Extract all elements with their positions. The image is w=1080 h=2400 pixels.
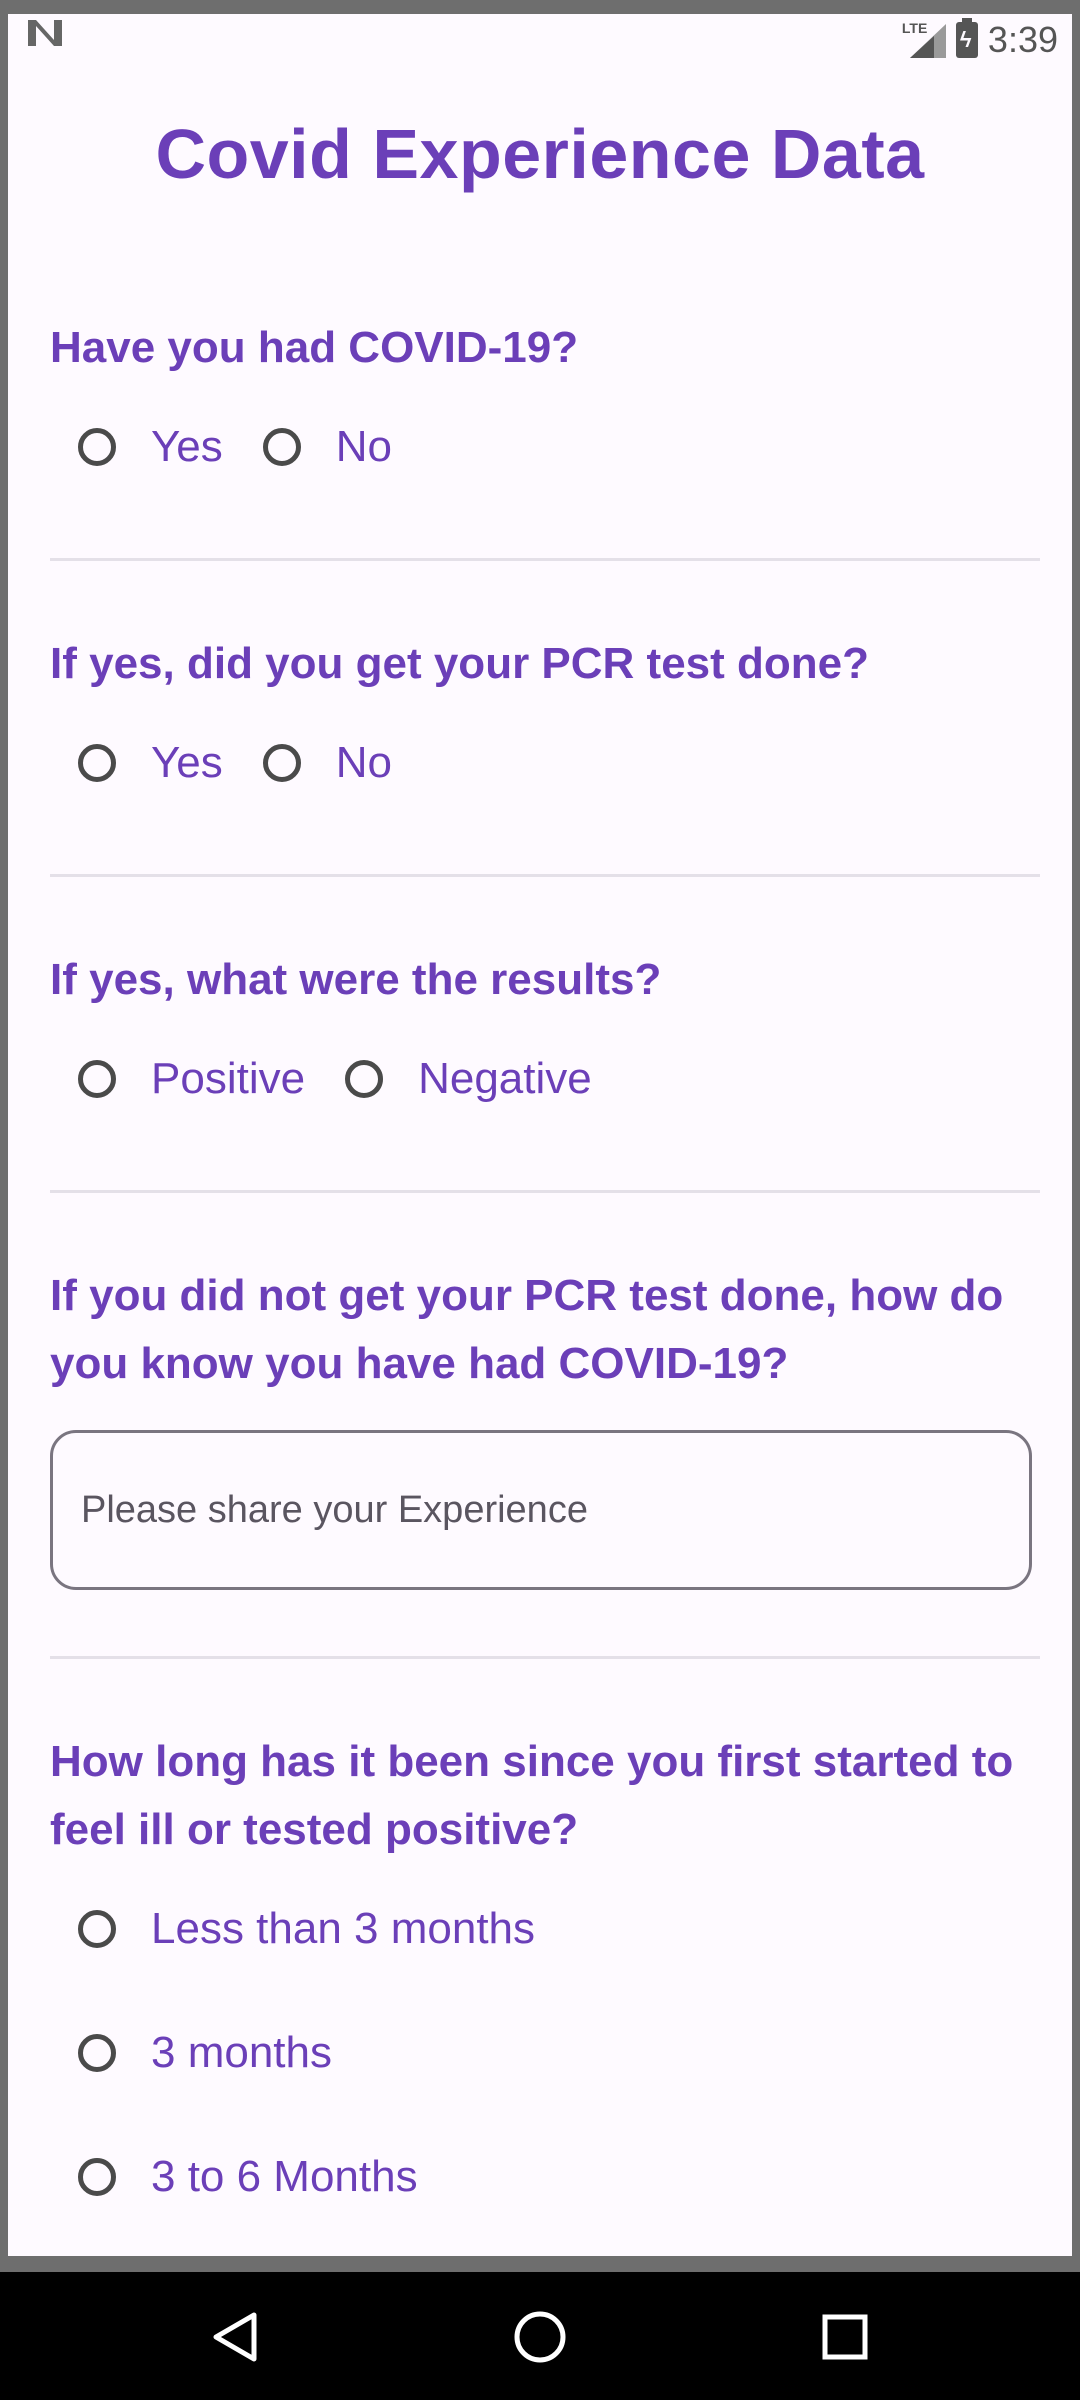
radio-pcr-no[interactable]: No (262, 738, 393, 788)
system-navigation-bar (0, 2272, 1080, 2400)
radio-label: Negative (418, 1054, 592, 1103)
radio-label: Positive (151, 1054, 306, 1103)
divider (50, 1656, 1040, 1659)
home-icon (514, 2311, 566, 2363)
divider (50, 874, 1040, 877)
app-screen: LTE ϟ 3:39 Covid Experience Data Have yo… (8, 14, 1072, 2256)
radio-circle-icon[interactable] (78, 744, 116, 782)
radio-group-test-results: Positive Negative (78, 1054, 632, 1104)
divider (50, 1190, 1040, 1193)
question-how-do-you-know: If you did not get your PCR test done, h… (50, 1271, 1004, 1388)
question-test-results: If yes, what were the results? (50, 955, 662, 1004)
radio-label: Yes (151, 422, 223, 471)
radio-result-negative[interactable]: Negative (345, 1054, 592, 1104)
back-button[interactable] (200, 2302, 270, 2372)
divider (50, 558, 1040, 561)
radio-circle-icon[interactable] (78, 428, 116, 466)
question-pcr-test-done: If yes, did you get your PCR test done? (50, 639, 869, 688)
device-frame: LTE ϟ 3:39 Covid Experience Data Have yo… (0, 0, 1080, 2400)
radio-circle-icon[interactable] (78, 1910, 116, 1948)
radio-3-months[interactable]: 3 months (78, 2028, 332, 2078)
radio-circle-icon[interactable] (262, 428, 301, 466)
radio-circle-icon[interactable] (78, 2158, 116, 2196)
radio-less-than-3-months[interactable]: Less than 3 months (78, 1904, 535, 1954)
question-had-covid: Have you had COVID-19? (50, 323, 579, 372)
question-time-since-ill: How long has it been since you first sta… (50, 1737, 1014, 1854)
radio-3-to-6-months[interactable]: 3 to 6 Months (78, 2152, 418, 2202)
radio-label: Yes (151, 738, 223, 787)
radio-circle-icon[interactable] (345, 1060, 384, 1098)
radio-circle-icon[interactable] (262, 744, 301, 782)
status-icons: LTE ϟ 3:39 (902, 14, 1058, 66)
radio-circle-icon[interactable] (78, 1060, 116, 1098)
radio-label: No (335, 422, 393, 471)
radio-had-covid-yes[interactable]: Yes (78, 422, 223, 472)
recents-icon (822, 2314, 868, 2360)
battery-charging-icon: ϟ (955, 18, 978, 58)
recents-button[interactable] (810, 2302, 880, 2372)
radio-had-covid-no[interactable]: No (262, 422, 393, 472)
radio-label: 3 months (151, 2028, 332, 2077)
radio-group-pcr-test-done: Yes No (78, 738, 432, 788)
page-title: Covid Experience Data (155, 115, 925, 193)
status-time: 3:39 (987, 19, 1058, 60)
radio-label: 3 to 6 Months (151, 2152, 418, 2201)
lte-signal-icon: LTE (902, 20, 946, 60)
radio-circle-icon[interactable] (78, 2034, 116, 2072)
status-bar: LTE ϟ 3:39 (8, 14, 1072, 66)
radio-label: Less than 3 months (151, 1904, 536, 1953)
back-icon (213, 2312, 257, 2362)
experience-text-field[interactable] (50, 1430, 1032, 1590)
radio-label: No (335, 738, 393, 787)
radio-result-positive[interactable]: Positive (78, 1054, 305, 1104)
radio-group-had-covid: Yes No (78, 422, 432, 472)
radio-pcr-yes[interactable]: Yes (78, 738, 223, 788)
notification-n-icon (28, 20, 62, 46)
home-button[interactable] (505, 2302, 575, 2372)
